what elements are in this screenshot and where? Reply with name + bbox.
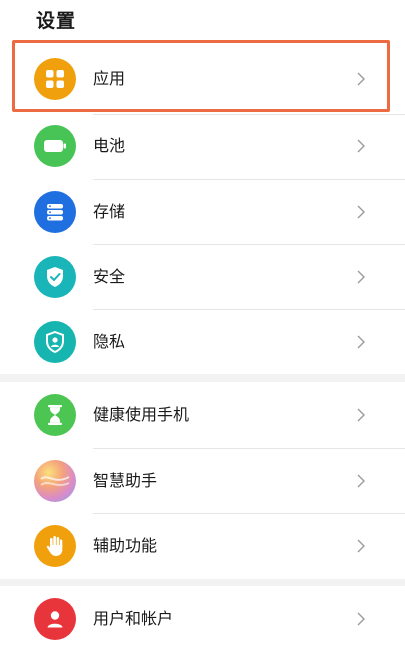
divider [93,513,405,514]
settings-item-security[interactable]: 安全 [0,244,405,309]
settings-group-3: 用户和帐户 [0,586,405,660]
chevron-right-icon [357,205,365,219]
hourglass-icon [34,394,76,436]
settings-item-digital-balance[interactable]: 健康使用手机 [0,382,405,447]
privacy-shield-icon [34,321,76,363]
chevron-right-icon [357,270,365,284]
settings-item-label: 隐私 [93,332,126,351]
settings-screen: 设置 应用 电池 存储 安全 隐私 健康使用手机 智慧助手 辅助功能 用户和帐户 [0,0,405,660]
settings-item-accessibility[interactable]: 辅助功能 [0,513,405,578]
settings-item-label: 应用 [93,69,126,88]
settings-item-smart-assistant[interactable]: 智慧助手 [0,448,405,513]
settings-item-label: 用户和帐户 [93,609,174,628]
shield-check-icon [34,256,76,298]
chevron-right-icon [357,72,365,86]
settings-item-battery[interactable]: 电池 [0,114,405,179]
settings-item-label: 电池 [93,136,126,155]
chevron-right-icon [357,539,365,553]
chevron-right-icon [357,139,365,153]
storage-icon [34,191,76,233]
settings-item-apps[interactable]: 应用 [0,46,405,111]
chevron-right-icon [357,474,365,488]
divider [93,179,405,180]
chevron-right-icon [357,612,365,626]
divider [93,114,405,115]
title-bar: 设置 [0,0,405,34]
hand-icon [34,525,76,567]
apps-grid-icon [34,58,76,100]
chevron-right-icon [357,408,365,422]
divider [93,309,405,310]
settings-item-storage[interactable]: 存储 [0,179,405,244]
settings-item-users-accounts[interactable]: 用户和帐户 [0,586,405,651]
settings-item-label: 健康使用手机 [93,405,190,424]
settings-item-label: 辅助功能 [93,536,158,555]
user-account-icon [34,598,76,640]
page-title: 设置 [36,10,77,32]
divider [93,244,405,245]
settings-group-1: 应用 电池 存储 安全 隐私 [0,34,405,374]
settings-item-label: 智慧助手 [93,471,158,490]
settings-item-label: 安全 [93,267,126,286]
divider [93,448,405,449]
battery-icon [34,125,76,167]
assistant-orb-icon [34,460,76,502]
settings-group-2: 健康使用手机 智慧助手 辅助功能 [0,382,405,579]
settings-item-privacy[interactable]: 隐私 [0,309,405,374]
chevron-right-icon [357,335,365,349]
settings-item-label: 存储 [93,202,126,221]
